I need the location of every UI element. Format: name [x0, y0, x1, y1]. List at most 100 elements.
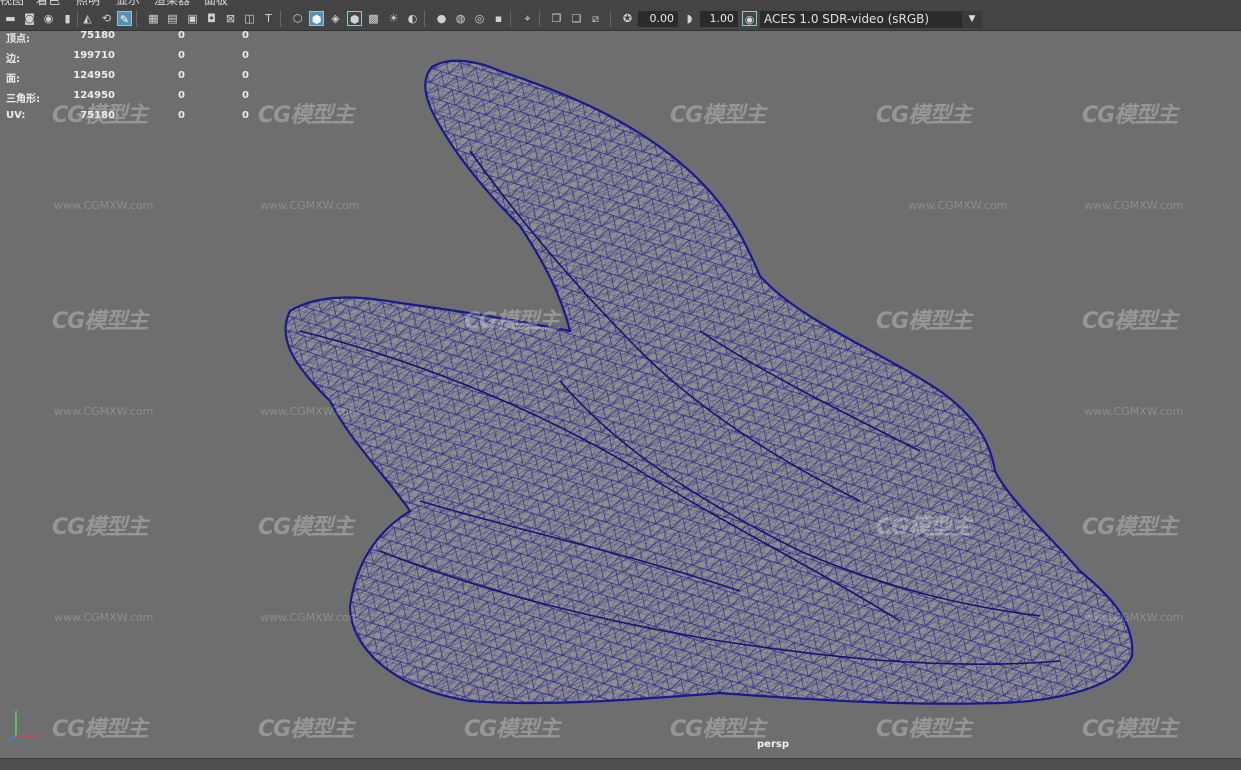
watermark-url: www.CGMXW.com — [260, 611, 360, 624]
watermark-logo: CG模型主 — [876, 103, 972, 128]
toolbar-separator — [280, 11, 281, 27]
3d-viewport[interactable]: CG模型主 CG模型主 CG模型主 CG模型主 CG模型主 www.CGMXW.… — [0, 31, 1241, 758]
menu-show[interactable]: 显示 — [116, 0, 140, 8]
watermark-url: www.CGMXW.com — [54, 405, 154, 418]
hud-label: UV: — [6, 110, 26, 121]
hud-value: 0 — [242, 90, 249, 101]
watermark-logo: CG模型主 — [52, 515, 148, 540]
watermark-logo: CG模型主 — [876, 717, 972, 742]
viewport-bottom-border — [0, 758, 1241, 770]
grid-icon[interactable]: ▦ — [146, 11, 161, 26]
watermark-url: www.CGMXW.com — [908, 199, 1008, 212]
watermark-logo: CG模型主 — [464, 717, 560, 742]
pencil-icon[interactable]: ✎ — [117, 11, 132, 26]
menu-shading[interactable]: 着色 — [36, 0, 60, 8]
isolate-icon[interactable]: ⌖ — [520, 11, 535, 26]
menu-view[interactable]: 视图 — [0, 0, 24, 8]
watermark-logo: CG模型主 — [876, 309, 972, 334]
film-gate-icon[interactable]: ⟲ — [99, 11, 114, 26]
watermark-logo: CG模型主 — [52, 309, 148, 334]
watermark-logo: CG模型主 — [1082, 103, 1178, 128]
hud-value: 0 — [242, 30, 249, 41]
hud-value: 199710 — [73, 50, 115, 61]
rock-wireframe-mesh — [284, 59, 1134, 705]
hud-label: 顶点: — [6, 34, 30, 45]
wireframe-icon[interactable]: ⬡ — [290, 11, 305, 26]
smooth-shade-icon[interactable]: ⬢ — [309, 11, 324, 26]
watermark-url: www.CGMXW.com — [1084, 405, 1184, 418]
motion-blur-icon[interactable]: ◍ — [453, 11, 468, 26]
depth-of-field-icon[interactable]: ▪ — [491, 11, 506, 26]
camera-select-icon[interactable]: ▬ — [3, 11, 18, 26]
watermark-logo: CG模型主 — [258, 515, 354, 540]
watermark-url: www.CGMXW.com — [54, 199, 154, 212]
toolbar-separator — [610, 11, 611, 27]
film-gate-2-icon[interactable]: ▤ — [165, 11, 180, 26]
color-space-dropdown[interactable]: ACES 1.0 SDR-video (sRGB) — [760, 11, 982, 28]
xray-joints-icon[interactable]: ❏ — [569, 11, 584, 26]
hud-value: 75180 — [80, 110, 115, 121]
toolbar-separator — [424, 11, 425, 27]
camera-attributes-icon[interactable]: ◙ — [22, 11, 37, 26]
menu-lighting[interactable]: 照明 — [76, 0, 100, 8]
exposure-icon[interactable]: ✪ — [620, 11, 635, 26]
gamma-field[interactable]: 1.00 — [700, 11, 738, 27]
backface-icon[interactable]: ⧄ — [588, 11, 603, 26]
watermark-logo: CG模型主 — [670, 103, 766, 128]
watermark-logo: CG模型主 — [258, 717, 354, 742]
lighting-icon[interactable]: ☀ — [386, 11, 401, 26]
exposure-field[interactable]: 0.00 — [638, 11, 678, 27]
field-chart-icon[interactable]: ⊠ — [223, 11, 238, 26]
watermark-logo: CG模型主 — [670, 717, 766, 742]
toolbar-separator — [510, 11, 511, 27]
watermark-logo: CG模型主 — [1082, 515, 1178, 540]
axis-gizmo-icon: y x z — [6, 709, 40, 744]
watermark-url: www.CGMXW.com — [1084, 199, 1184, 212]
anti-alias-icon[interactable]: ◎ — [472, 11, 487, 26]
svg-text:z: z — [6, 738, 9, 744]
hud-row-triangles: 三角形: 124950 0 0 — [0, 90, 260, 110]
gate-mask-icon[interactable]: ◘ — [204, 11, 219, 26]
gamma-icon[interactable]: ◗ — [682, 11, 697, 26]
watermark-logo: CG模型主 — [52, 717, 148, 742]
hud-value: 0 — [242, 50, 249, 61]
hud-value: 0 — [178, 110, 185, 121]
hud-row-edges: 边: 199710 0 0 — [0, 50, 260, 70]
camera-bookmark-icon[interactable]: ◉ — [41, 11, 56, 26]
hud-value: 0 — [178, 30, 185, 41]
hud-label: 三角形: — [6, 94, 40, 105]
hud-row-faces: 面: 124950 0 0 — [0, 70, 260, 90]
watermark-url: www.CGMXW.com — [1084, 611, 1184, 624]
hud-value: 0 — [242, 70, 249, 81]
hud-value: 124950 — [73, 70, 115, 81]
watermark-url: www.CGMXW.com — [54, 611, 154, 624]
hud-value: 124950 — [73, 90, 115, 101]
xray-icon[interactable]: ❐ — [549, 11, 564, 26]
textured-icon[interactable]: ⬢ — [347, 11, 362, 26]
watermark-logo: CG模型主 — [876, 515, 972, 540]
wireframe-on-shaded-icon[interactable]: ◈ — [328, 11, 343, 26]
checker-icon[interactable]: ▩ — [366, 11, 381, 26]
watermark-logo: CG模型主 — [258, 103, 354, 128]
image-plane-icon[interactable]: ◭ — [80, 11, 95, 26]
poly-count-hud: 顶点: 75180 0 0 边: 199710 0 0 面: 124950 0 … — [0, 30, 260, 130]
safe-title-icon[interactable]: T — [261, 11, 276, 26]
bookmark-icon[interactable]: ▮ — [60, 11, 75, 26]
watermark-logo: CG模型主 — [1082, 717, 1178, 742]
ambient-occlusion-icon[interactable]: ● — [434, 11, 449, 26]
hud-value: 0 — [178, 90, 185, 101]
toolbar-separator — [77, 11, 78, 27]
menu-panels[interactable]: 面板 — [204, 0, 228, 8]
svg-text:y: y — [14, 709, 18, 716]
hud-value: 0 — [178, 50, 185, 61]
safe-action-icon[interactable]: ◫ — [242, 11, 257, 26]
menu-renderer[interactable]: 渲染器 — [154, 0, 190, 8]
toolbar-separator — [136, 11, 137, 27]
hud-value: 75180 — [80, 30, 115, 41]
shadows-icon[interactable]: ◐ — [405, 11, 420, 26]
menu-bar: 视图 着色 照明 显示 渲染器 面板 — [0, 0, 1241, 8]
color-management-icon[interactable]: ◉ — [742, 11, 757, 26]
chevron-down-icon[interactable]: ▼ — [962, 11, 982, 28]
resolution-gate-icon[interactable]: ▣ — [185, 11, 200, 26]
camera-name-label: persp — [757, 739, 789, 750]
